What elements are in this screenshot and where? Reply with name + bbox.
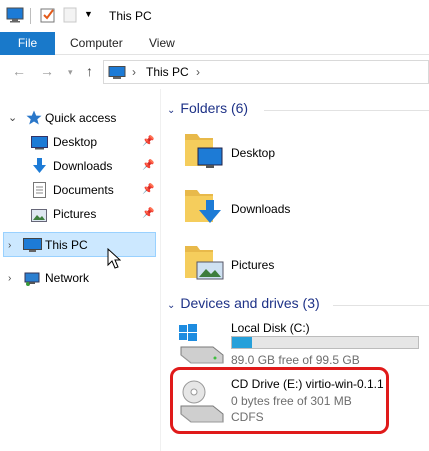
address-bar[interactable]: › This PC › xyxy=(103,60,429,84)
group-divider xyxy=(264,110,429,111)
folder-pictures[interactable]: Pictures xyxy=(183,242,383,286)
forward-arrow-icon[interactable]: → xyxy=(40,63,54,79)
group-header-label: Folders (6) xyxy=(180,100,249,116)
properties-icon[interactable] xyxy=(40,7,56,26)
customize-toolbar-icon[interactable]: ▼ xyxy=(84,9,93,19)
computer-icon xyxy=(23,238,42,260)
toolbar-separator xyxy=(30,8,31,24)
ribbon: File Computer View xyxy=(0,32,429,55)
window-title: This PC xyxy=(109,9,152,23)
tab-view[interactable]: View xyxy=(149,32,175,55)
folder-downloads[interactable]: Downloads xyxy=(183,186,383,230)
tab-computer[interactable]: Computer xyxy=(70,32,123,55)
computer-icon[interactable] xyxy=(6,7,24,26)
navigation-bar: ← → ▾ ↑ › This PC › xyxy=(0,55,429,89)
nav-item-this-pc[interactable]: › This PC xyxy=(8,234,154,256)
nav-item-documents[interactable]: Documents xyxy=(31,179,156,201)
drive-free-space: 89.0 GB free of 99.5 GB xyxy=(231,353,360,367)
group-header-folders[interactable]: ⌄ Folders (6) xyxy=(167,100,248,120)
folder-desktop-icon xyxy=(183,130,225,173)
folder-downloads-icon xyxy=(183,186,225,229)
folder-label: Pictures xyxy=(231,258,275,272)
address-path[interactable]: This PC xyxy=(146,65,189,79)
nav-label: This PC xyxy=(45,238,88,252)
download-icon xyxy=(32,158,47,181)
nav-label: Pictures xyxy=(53,207,97,221)
pin-icon[interactable]: 📌 xyxy=(142,136,154,147)
computer-icon xyxy=(108,66,126,83)
chevron-down-icon[interactable]: ⌄ xyxy=(167,105,175,116)
back-arrow-icon[interactable]: ← xyxy=(12,63,26,79)
pin-icon[interactable]: 📌 xyxy=(142,208,154,219)
drive-usage-fill xyxy=(232,337,252,348)
chevron-right-icon[interactable]: › xyxy=(8,235,11,257)
nav-item-quick-access[interactable]: ⌄ Quick access xyxy=(8,107,158,129)
nav-item-network[interactable]: › Network xyxy=(8,267,154,289)
chevron-right-icon[interactable]: › xyxy=(196,65,200,79)
chevron-down-icon[interactable]: ⌄ xyxy=(167,300,175,311)
highlight-annotation xyxy=(170,367,389,434)
document-icon xyxy=(33,182,46,205)
new-folder-icon[interactable] xyxy=(63,7,77,26)
nav-item-pictures[interactable]: Pictures xyxy=(31,203,156,225)
group-header-devices[interactable]: ⌄ Devices and drives (3) xyxy=(167,295,320,315)
star-icon xyxy=(26,110,42,132)
nav-label: Downloads xyxy=(53,159,113,173)
chevron-right-icon[interactable]: › xyxy=(8,268,11,290)
chevron-right-icon[interactable]: › xyxy=(132,65,136,79)
group-header-label: Devices and drives (3) xyxy=(180,295,320,311)
folder-label: Downloads xyxy=(231,202,291,216)
pin-icon[interactable]: 📌 xyxy=(142,184,154,195)
windows-drive-icon xyxy=(177,323,227,368)
chevron-down-icon[interactable]: ⌄ xyxy=(8,107,17,129)
folder-desktop[interactable]: Desktop xyxy=(183,130,383,174)
folder-pictures-icon xyxy=(183,242,225,285)
pictures-icon xyxy=(31,207,47,229)
pin-icon[interactable]: 📌 xyxy=(142,160,154,171)
network-icon xyxy=(23,270,41,293)
nav-label: Desktop xyxy=(53,135,98,149)
nav-label: Documents xyxy=(53,183,114,197)
folder-label: Desktop xyxy=(231,146,276,160)
tab-file[interactable]: File xyxy=(0,32,55,55)
desktop-icon xyxy=(31,135,48,157)
up-arrow-icon[interactable]: ↑ xyxy=(86,63,93,79)
nav-item-downloads[interactable]: Downloads xyxy=(31,155,156,177)
title-bar: ▼ This PC xyxy=(0,0,429,32)
group-divider xyxy=(333,305,429,306)
nav-item-desktop[interactable]: Desktop xyxy=(31,131,156,153)
nav-label: Network xyxy=(45,271,90,285)
drive-usage-bar xyxy=(231,336,419,349)
recent-locations-icon[interactable]: ▾ xyxy=(68,67,73,78)
drive-name: Local Disk (C:) xyxy=(231,321,310,335)
nav-label: Quick access xyxy=(45,111,117,125)
